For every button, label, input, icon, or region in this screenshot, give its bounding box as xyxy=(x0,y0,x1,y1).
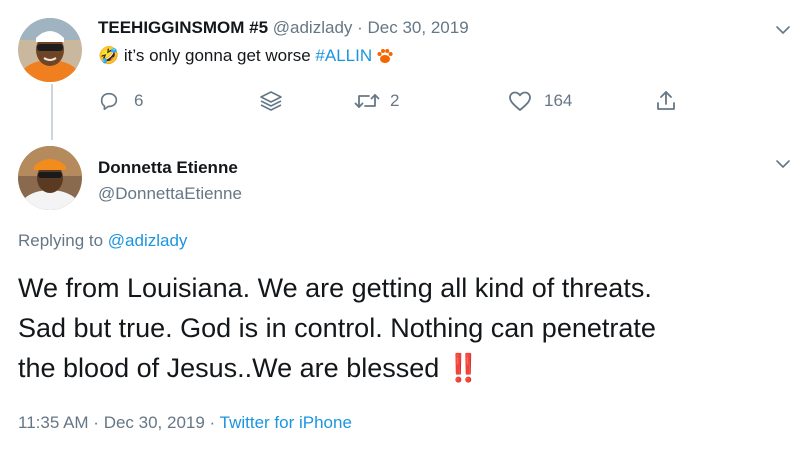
reply-button[interactable]: 6 xyxy=(98,90,143,112)
chevron-down-icon[interactable] xyxy=(775,22,791,38)
reply-date[interactable]: Dec 30, 2019 xyxy=(104,413,205,432)
replying-to: Replying to @adizlady xyxy=(18,231,187,251)
replying-to-handle[interactable]: @adizlady xyxy=(108,231,188,250)
parent-separator: · xyxy=(352,18,368,37)
reply-body-line-3: the blood of Jesus..We are blessed ‼️ xyxy=(18,348,656,388)
avatar-teehigginsmom[interactable] xyxy=(18,18,82,82)
share-icon xyxy=(657,91,675,110)
like-count: 164 xyxy=(544,91,573,110)
tiger-paw-icon xyxy=(376,47,394,65)
reply-time[interactable]: 11:35 AM xyxy=(18,413,89,432)
double-exclamation-icon: ‼️ xyxy=(446,353,481,383)
laughing-emoji-icon: 🤣 xyxy=(98,46,120,65)
thread-connector-line xyxy=(51,84,53,140)
reply-body-line-1: We from Louisiana. We are getting all ki… xyxy=(18,273,652,303)
reply-body: We from Louisiana. We are getting all ki… xyxy=(18,268,656,388)
heart-icon xyxy=(509,91,531,111)
avatar-image xyxy=(18,18,82,82)
reply-count: 6 xyxy=(134,91,144,110)
reply-body-line-2: Sad but true. God is in control. Nothing… xyxy=(18,313,656,343)
reply-meta: 11:35 AM · Dec 30, 2019 · Twitter for iP… xyxy=(18,413,352,433)
share-button[interactable] xyxy=(654,89,678,113)
parent-text: 🤣 it’s only gonna get worse #ALLIN xyxy=(98,46,394,66)
reply-source-separator: · xyxy=(204,413,220,432)
reply-icon xyxy=(100,92,118,111)
reply-display-name[interactable]: Donnetta Etienne xyxy=(98,158,238,178)
chevron-down-icon[interactable] xyxy=(775,156,791,172)
reply-source[interactable]: Twitter for iPhone xyxy=(220,413,352,432)
parent-display-name[interactable]: TEEHIGGINSMOM #5 xyxy=(98,18,268,37)
parent-header: TEEHIGGINSMOM #5 @adizlady · Dec 30, 201… xyxy=(98,18,469,38)
reply-date-separator: · xyxy=(88,413,104,432)
hashtag-link[interactable]: #ALLIN xyxy=(315,46,372,66)
avatar-donnetta-etienne[interactable] xyxy=(18,146,82,210)
stack-button[interactable] xyxy=(258,88,284,114)
parent-text-body: it’s only gonna get worse xyxy=(119,46,316,65)
parent-date[interactable]: Dec 30, 2019 xyxy=(368,18,469,37)
reply-body-line-3-text: the blood of Jesus..We are blessed xyxy=(18,353,447,383)
retweet-button[interactable]: 2 xyxy=(354,90,399,112)
like-button[interactable]: 164 xyxy=(508,90,572,112)
replying-to-label: Replying to xyxy=(18,231,108,250)
avatar-image xyxy=(18,146,82,210)
retweet-count: 2 xyxy=(390,91,400,110)
parent-handle[interactable]: @adizlady xyxy=(273,18,353,37)
stack-icon xyxy=(260,91,282,111)
reply-handle[interactable]: @DonnettaEtienne xyxy=(98,184,242,204)
retweet-icon xyxy=(354,94,380,108)
